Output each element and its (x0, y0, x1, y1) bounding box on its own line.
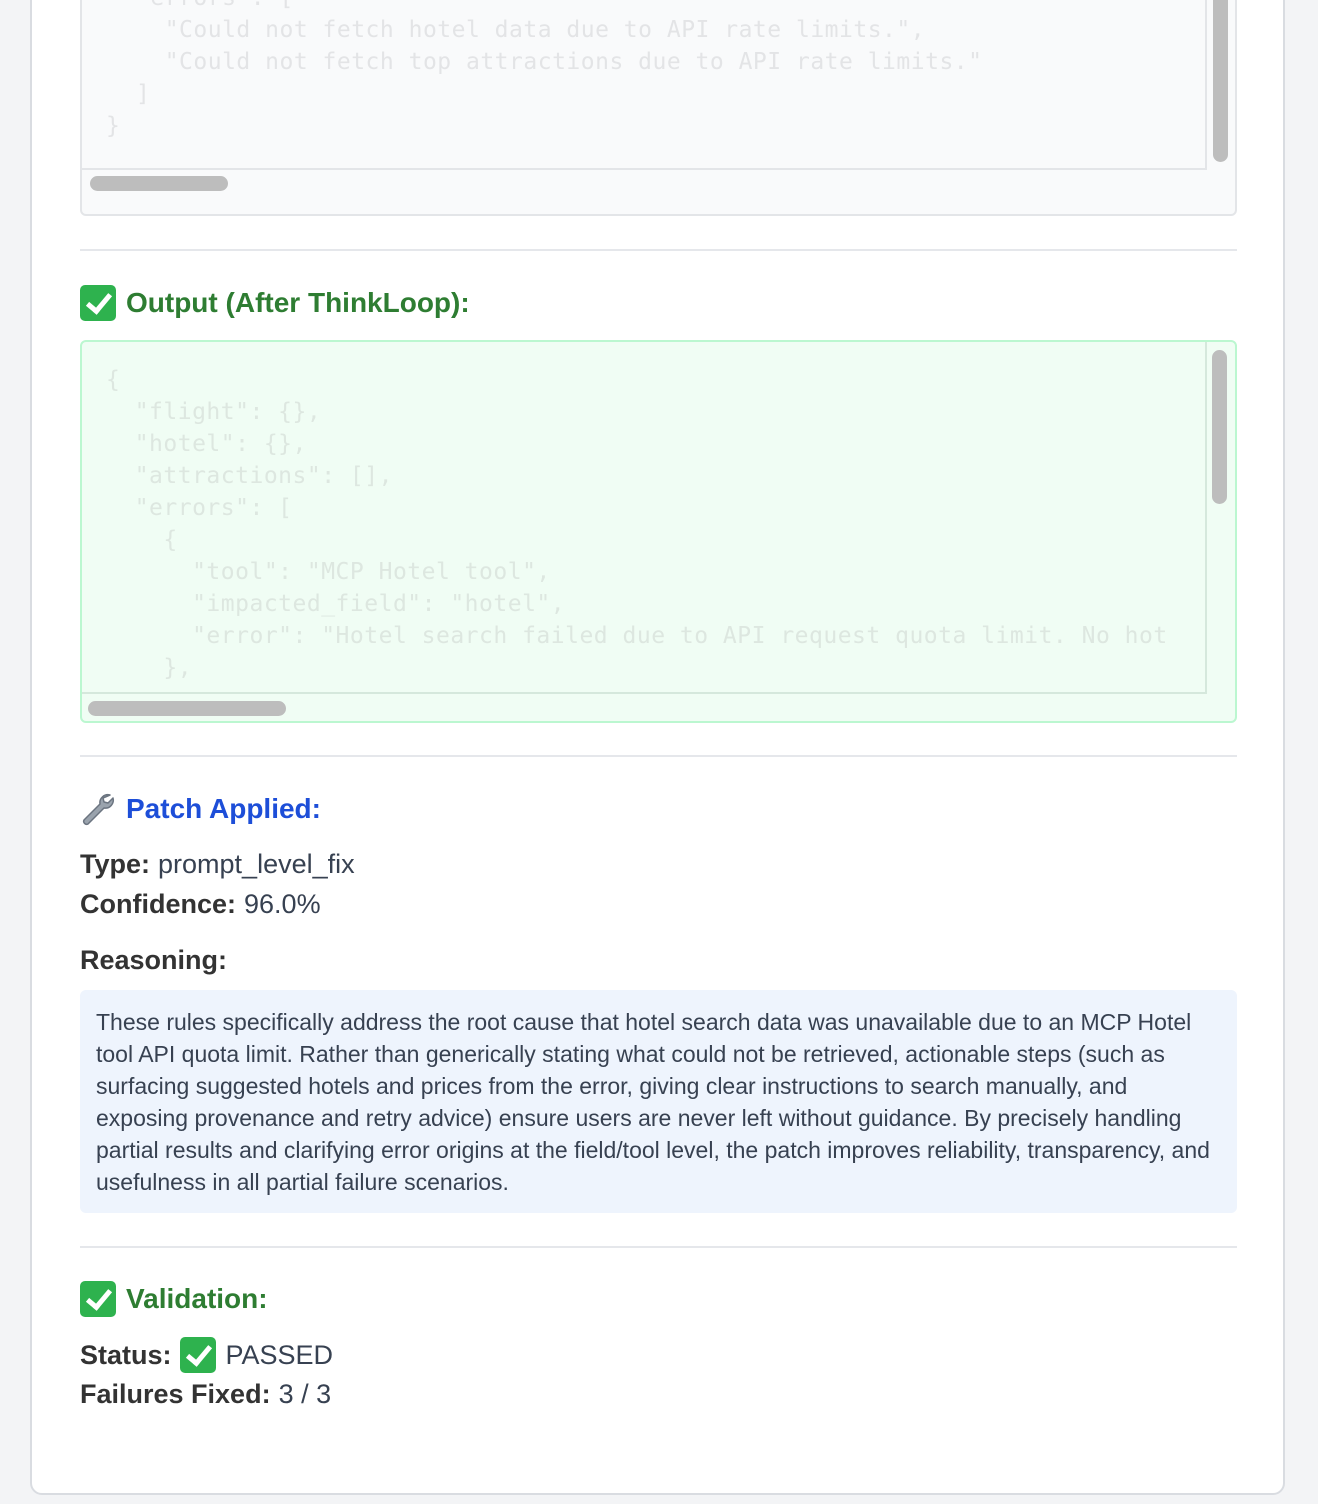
section-divider (80, 1246, 1237, 1248)
patch-confidence-row: Confidence: 96.0% (80, 889, 321, 920)
patch-confidence-value: 96.0% (244, 889, 321, 919)
output-code-line: "tool": "MCP Hotel tool", (106, 559, 551, 585)
input-code-line: "Could not fetch top attractions due to … (136, 49, 983, 75)
input-code-line: } (106, 113, 121, 139)
validation-status-value: PASSED (225, 1339, 334, 1370)
patch-type-value: prompt_level_fix (158, 849, 355, 879)
patch-confidence-label: Confidence: (80, 889, 237, 919)
validation-heading: Validation: (80, 1281, 268, 1317)
output-code-line: "impacted_field": "hotel", (106, 591, 566, 617)
output-horizontal-scrollbar[interactable] (88, 701, 286, 716)
input-code-viewport: "errors": [ "Could not fetch hotel data … (82, 0, 1207, 170)
input-horizontal-scrollbar[interactable] (90, 176, 228, 191)
output-code-line: "flight": {}, (106, 399, 322, 425)
input-code-box[interactable]: "errors": [ "Could not fetch hotel data … (80, 0, 1237, 216)
output-code-line: { (106, 367, 121, 393)
validation-heading-text: Validation: (126, 1283, 268, 1314)
reasoning-text: These rules specifically address the roo… (96, 1009, 1210, 1195)
input-vertical-scrollbar[interactable] (1213, 0, 1228, 162)
reasoning-box: These rules specifically address the roo… (80, 990, 1237, 1213)
output-code-line: "hotel": {}, (106, 431, 307, 457)
output-code-box[interactable]: { "flight": {}, "hotel": {}, "attraction… (80, 340, 1237, 723)
section-divider (80, 249, 1237, 251)
validation-failures-value: 3 / 3 (278, 1379, 332, 1409)
output-code-line: "errors": [ (106, 495, 293, 521)
output-code-viewport: { "flight": {}, "hotel": {}, "attraction… (82, 342, 1207, 694)
validation-status-label: Status: (80, 1339, 172, 1370)
patch-type-row: Type: prompt_level_fix (80, 849, 355, 880)
results-card: "errors": [ "Could not fetch hotel data … (30, 0, 1285, 1495)
check-mark-button-icon (179, 1337, 216, 1373)
validation-failures-label: Failures Fixed: (80, 1379, 271, 1409)
validation-failures-row: Failures Fixed: 3 / 3 (80, 1379, 331, 1410)
input-code-line: "Could not fetch hotel data due to API r… (136, 17, 926, 43)
output-code-line: "attractions": [], (106, 463, 393, 489)
check-mark-button-icon (80, 285, 116, 321)
section-divider (80, 755, 1237, 757)
output-heading-text: Output (After ThinkLoop): (126, 287, 470, 318)
patch-type-label: Type: (80, 849, 151, 879)
input-code-line: ] (136, 81, 151, 107)
patch-heading-text: Patch Applied: (126, 793, 321, 824)
wrench-icon (82, 793, 115, 826)
output-vertical-scrollbar[interactable] (1212, 350, 1227, 504)
output-code-line: { (106, 527, 178, 553)
output-code-line: }, (106, 655, 193, 681)
validation-status-row: Status: PASSED (80, 1337, 333, 1373)
patch-heading: Patch Applied: (80, 791, 321, 827)
reasoning-label: Reasoning: (80, 945, 228, 975)
check-mark-button-icon (80, 1281, 116, 1317)
input-code-line: "errors": [ (136, 0, 294, 14)
output-code-line: "error": "Hotel search failed due to API… (106, 623, 1168, 649)
output-heading: Output (After ThinkLoop): (80, 285, 470, 321)
